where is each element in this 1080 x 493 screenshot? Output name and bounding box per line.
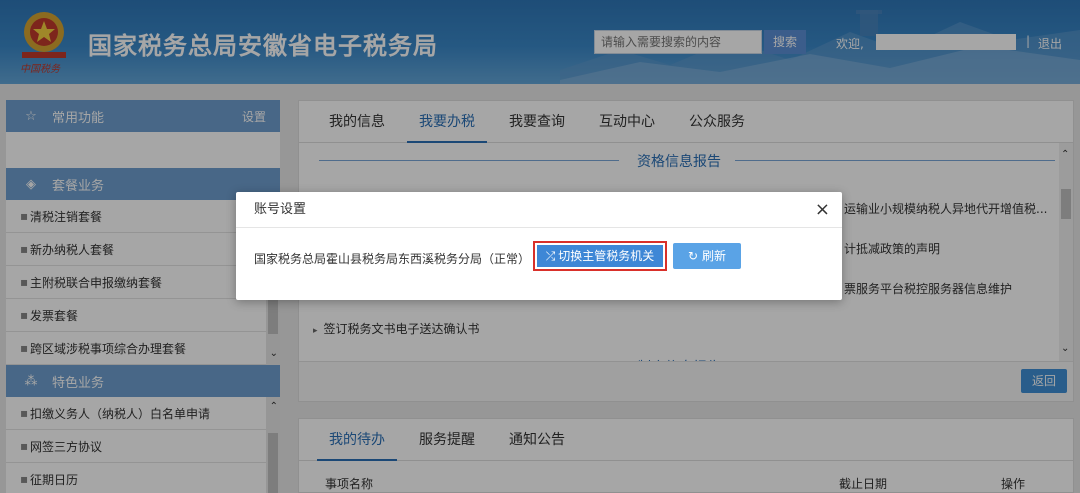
dialog-title: 账号设置	[254, 202, 307, 217]
account-settings-dialog: 账号设置 × 国家税务总局霍山县税务局东西溪税务分局（正常） ⤮ 切换主管税务机关…	[236, 192, 842, 300]
close-icon[interactable]: ×	[815, 192, 830, 228]
refresh-icon: ↻	[687, 249, 699, 263]
dialog-body: 国家税务总局霍山县税务局东西溪税务分局（正常） ⤮ 切换主管税务机关 ↻ 刷新	[236, 228, 842, 300]
tax-authority-name: 国家税务总局霍山县税务局东西溪税务分局（正常）	[254, 252, 531, 266]
dialog-header: 账号设置 ×	[236, 192, 842, 228]
switch-authority-button[interactable]: ⤮ 切换主管税务机关	[537, 245, 663, 267]
refresh-button[interactable]: ↻ 刷新	[673, 243, 741, 269]
switch-highlight-frame: ⤮ 切换主管税务机关	[533, 241, 667, 271]
shuffle-icon: ⤮	[545, 249, 556, 263]
